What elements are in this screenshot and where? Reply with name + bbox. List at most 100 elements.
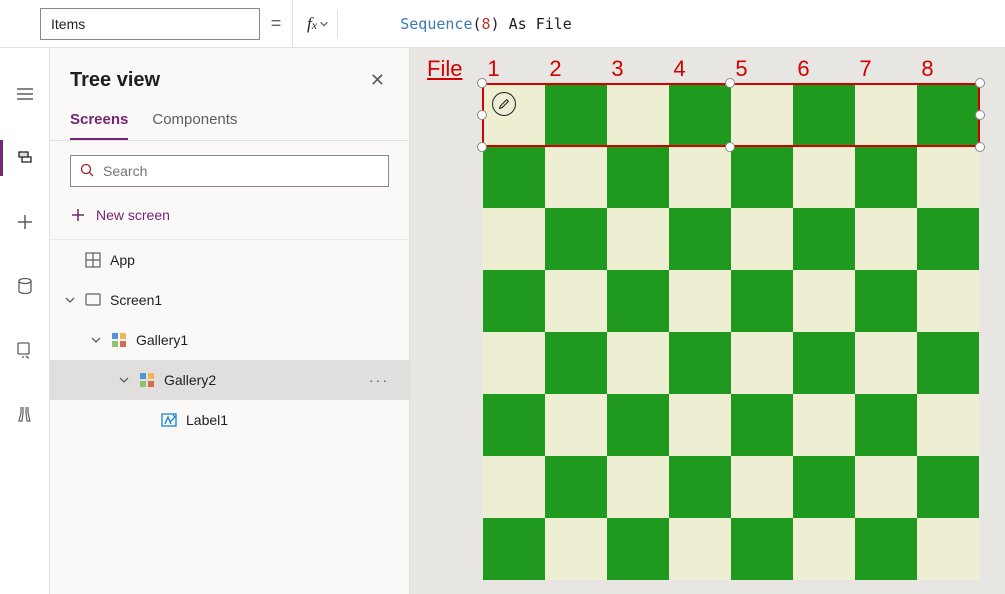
search-box[interactable] (70, 155, 389, 187)
board-square[interactable] (731, 146, 793, 208)
board-square[interactable] (483, 84, 545, 146)
board-square[interactable] (607, 208, 669, 270)
board-square[interactable] (607, 270, 669, 332)
chess-board[interactable] (483, 84, 979, 580)
board-square[interactable] (545, 146, 607, 208)
board-square[interactable] (855, 146, 917, 208)
board-square[interactable] (731, 332, 793, 394)
search-icon (79, 162, 95, 181)
board-square[interactable] (669, 146, 731, 208)
property-dropdown[interactable]: Items (40, 8, 260, 40)
board-square[interactable] (917, 518, 979, 580)
board-square[interactable] (793, 270, 855, 332)
board-square[interactable] (483, 146, 545, 208)
tree-view-panel: Tree view ✕ Screens Components New scree… (50, 48, 410, 594)
board-square[interactable] (917, 270, 979, 332)
board-square[interactable] (855, 332, 917, 394)
board-square[interactable] (669, 84, 731, 146)
column-headers: File 1 2 3 4 5 6 7 8 (427, 56, 958, 82)
board-square[interactable] (607, 518, 669, 580)
tree-node-gallery2[interactable]: Gallery2 ··· (50, 360, 409, 400)
board-square[interactable] (483, 456, 545, 518)
board-square[interactable] (607, 146, 669, 208)
close-icon[interactable]: ✕ (366, 66, 389, 95)
board-square[interactable] (731, 208, 793, 270)
board-square[interactable] (731, 270, 793, 332)
tree-node-app[interactable]: App (50, 240, 409, 280)
board-square[interactable] (793, 456, 855, 518)
rail-insert[interactable] (0, 204, 50, 240)
board-square[interactable] (731, 394, 793, 456)
board-square[interactable] (917, 394, 979, 456)
app-icon (84, 251, 102, 269)
board-square[interactable] (793, 146, 855, 208)
board-square[interactable] (545, 518, 607, 580)
spacer (64, 254, 76, 266)
board-square[interactable] (855, 456, 917, 518)
board-square[interactable] (483, 332, 545, 394)
board-square[interactable] (793, 518, 855, 580)
board-square[interactable] (855, 394, 917, 456)
board-square[interactable] (669, 394, 731, 456)
tab-screens[interactable]: Screens (70, 111, 128, 140)
tab-components[interactable]: Components (152, 111, 237, 140)
board-square[interactable] (545, 84, 607, 146)
board-square[interactable] (669, 332, 731, 394)
board-square[interactable] (545, 270, 607, 332)
tree-node-label: Screen1 (110, 292, 409, 308)
board-square[interactable] (731, 84, 793, 146)
search-input[interactable] (103, 163, 380, 179)
board-square[interactable] (545, 208, 607, 270)
board-square[interactable] (545, 394, 607, 456)
board-square[interactable] (607, 394, 669, 456)
board-square[interactable] (669, 270, 731, 332)
rail-tools[interactable] (0, 396, 50, 432)
rail-tree-view[interactable] (0, 140, 50, 176)
col-header: 5 (710, 56, 772, 82)
left-rail (0, 48, 50, 594)
board-square[interactable] (855, 270, 917, 332)
file-header: File (427, 56, 462, 82)
rail-data[interactable] (0, 268, 50, 304)
board-square[interactable] (731, 518, 793, 580)
formula-input-area[interactable]: fx Sequence(8) As File (292, 0, 1005, 48)
board-square[interactable] (669, 456, 731, 518)
gallery-icon (138, 371, 156, 389)
tree-node-label1[interactable]: Label1 (50, 400, 409, 440)
equals-sign: = (260, 13, 292, 34)
formula-text[interactable]: Sequence(8) As File (346, 0, 572, 51)
edit-template-button[interactable] (492, 92, 516, 116)
board-square[interactable] (917, 84, 979, 146)
board-square[interactable] (793, 394, 855, 456)
board-square[interactable] (669, 518, 731, 580)
board-square[interactable] (483, 270, 545, 332)
board-square[interactable] (917, 332, 979, 394)
board-square[interactable] (855, 208, 917, 270)
board-square[interactable] (917, 456, 979, 518)
tree-node-gallery1[interactable]: Gallery1 (50, 320, 409, 360)
board-square[interactable] (793, 332, 855, 394)
board-square[interactable] (731, 456, 793, 518)
board-square[interactable] (545, 332, 607, 394)
board-square[interactable] (793, 84, 855, 146)
rail-hamburger[interactable] (0, 76, 50, 112)
board-square[interactable] (483, 394, 545, 456)
tree-node-screen1[interactable]: Screen1 (50, 280, 409, 320)
board-square[interactable] (483, 208, 545, 270)
board-square[interactable] (483, 518, 545, 580)
board-square[interactable] (793, 208, 855, 270)
board-square[interactable] (607, 84, 669, 146)
more-icon[interactable]: ··· (369, 372, 409, 388)
board-square[interactable] (855, 518, 917, 580)
canvas-area[interactable]: File 1 2 3 4 5 6 7 8 (410, 48, 1005, 594)
new-screen-button[interactable]: New screen (70, 201, 389, 229)
board-square[interactable] (917, 208, 979, 270)
board-square[interactable] (855, 84, 917, 146)
board-square[interactable] (607, 456, 669, 518)
board-square[interactable] (917, 146, 979, 208)
rail-media[interactable] (0, 332, 50, 368)
formula-bar: Items = fx Sequence(8) As File (0, 0, 1005, 48)
board-square[interactable] (607, 332, 669, 394)
board-square[interactable] (669, 208, 731, 270)
board-square[interactable] (545, 456, 607, 518)
